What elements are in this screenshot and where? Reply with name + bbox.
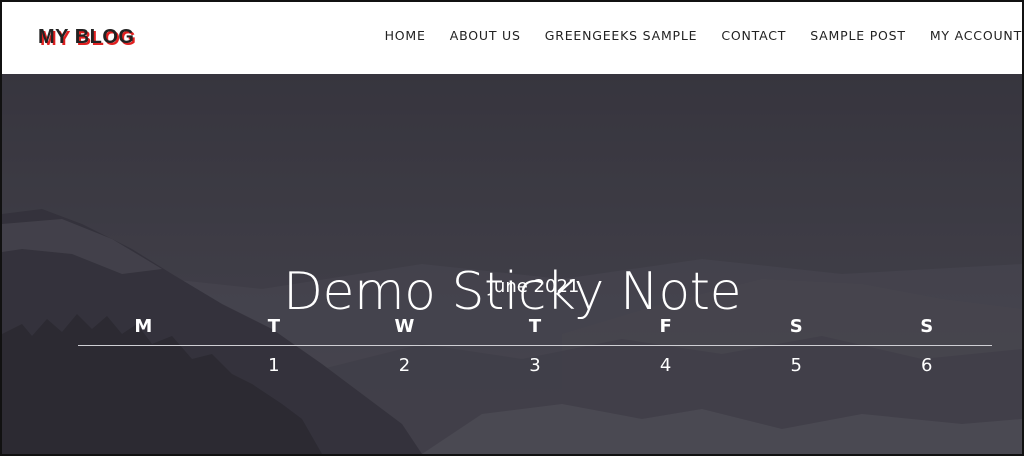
calendar-week-row: 1 2 3 4 5 6 (78, 346, 992, 386)
site-header: MY BLOG HOME ABOUT US GREENGEEKS SAMPLE … (2, 2, 1022, 74)
weekday-wednesday: W (394, 316, 415, 337)
calendar-header-row: M T W T F S S (78, 314, 992, 346)
calendar-day-empty (78, 346, 209, 386)
calendar-day[interactable]: 1 (209, 346, 340, 386)
calendar-caption: June 2021 (488, 276, 580, 297)
nav-item-my-account[interactable]: MY ACCOUNT (930, 28, 1022, 43)
browser-viewport: MY BLOG HOME ABOUT US GREENGEEKS SAMPLE … (0, 0, 1024, 456)
calendar-day[interactable]: 5 (731, 346, 862, 386)
main-navigation: HOME ABOUT US GREENGEEKS SAMPLE CONTACT … (361, 28, 1022, 43)
weekday-tuesday: T (267, 316, 280, 337)
hero-section: Demo Sticky Note (2, 74, 1022, 454)
site-logo[interactable]: MY BLOG (38, 26, 134, 49)
calendar-widget: M T W T F S S 1 2 3 4 5 6 (78, 314, 992, 386)
nav-item-home[interactable]: HOME (385, 28, 426, 43)
calendar-day[interactable]: 6 (861, 346, 992, 386)
weekday-sunday: S (920, 316, 934, 337)
calendar-day[interactable]: 4 (600, 346, 731, 386)
nav-item-greengeeks-sample[interactable]: GREENGEEKS SAMPLE (545, 28, 698, 43)
nav-item-sample-post[interactable]: SAMPLE POST (810, 28, 906, 43)
nav-item-contact[interactable]: CONTACT (721, 28, 786, 43)
calendar-day[interactable]: 3 (470, 346, 601, 386)
weekday-saturday: S (789, 316, 803, 337)
nav-item-about-us[interactable]: ABOUT US (450, 28, 521, 43)
weekday-thursday: T (528, 316, 542, 337)
calendar-day[interactable]: 2 (339, 346, 470, 386)
weekday-friday: F (659, 316, 672, 337)
weekday-monday: M (134, 316, 153, 337)
